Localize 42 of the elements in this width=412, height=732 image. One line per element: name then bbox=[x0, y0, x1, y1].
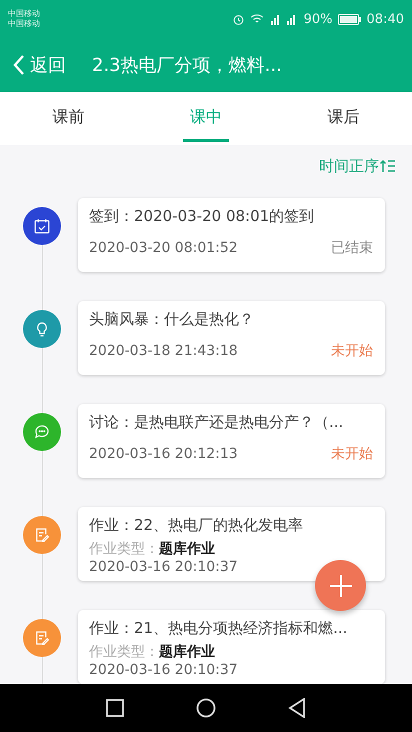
activity-card[interactable]: 作业：22、热电厂的热化发电率 作业类型：题库作业 2020-03-16 20:10:37 bbox=[78, 507, 385, 581]
activity-time: 2020-03-16 20:10:37 bbox=[89, 661, 239, 679]
activity-title: 作业：22、热电厂的热化发电率 bbox=[89, 515, 304, 535]
activity-time: 2020-03-18 21:43:18 bbox=[89, 342, 238, 360]
activity-title: 作业：21、热电分项热经济指标和燃... bbox=[89, 618, 348, 638]
carrier-label: 中国移动 bbox=[8, 9, 40, 19]
activity-title: 讨论：是热电联产还是热电分产？（... bbox=[89, 412, 344, 432]
tab[interactable]: 课后 bbox=[274, 92, 412, 145]
alarm-icon bbox=[232, 12, 245, 26]
page-title: 2.3热电厂分项，燃料... bbox=[92, 54, 282, 77]
carrier-label: 中国移动 bbox=[8, 19, 40, 29]
activity-time: 2020-03-16 20:10:37 bbox=[89, 558, 239, 576]
sort-icon bbox=[380, 159, 396, 173]
type-label: 作业类型： bbox=[89, 540, 159, 558]
battery-percent: 90% bbox=[304, 12, 333, 26]
type-label: 作业类型： bbox=[89, 643, 159, 661]
type-value: 题库作业 bbox=[159, 643, 215, 661]
recent-apps-button[interactable] bbox=[106, 699, 124, 717]
activity-title: 签到：2020-03-20 08:01的签到 bbox=[89, 206, 316, 226]
type-value: 题库作业 bbox=[159, 540, 215, 558]
activity-card[interactable]: 作业：21、热电分项热经济指标和燃... 作业类型：题库作业 2020-03-16 20:10:37 bbox=[78, 610, 385, 684]
chevron-left-icon bbox=[12, 54, 26, 76]
home-button[interactable] bbox=[196, 698, 216, 718]
clock-time: 08:40 bbox=[366, 12, 404, 26]
back-nav-button[interactable] bbox=[288, 698, 306, 718]
activity-card[interactable]: 讨论：是热电联产还是热电分产？（... 2020-03-16 20:12:13 未开始 bbox=[78, 404, 385, 478]
note-edit-icon bbox=[33, 526, 51, 544]
activity-card[interactable]: 签到：2020-03-20 08:01的签到 2020-03-20 08:01:52 已结束 bbox=[78, 198, 385, 272]
activity-status: 已结束 bbox=[331, 239, 373, 257]
activity-status: 未开始 bbox=[331, 342, 373, 360]
wifi-icon bbox=[250, 13, 264, 25]
calendar-check-icon bbox=[33, 217, 51, 235]
battery-icon bbox=[338, 14, 362, 24]
activity-time: 2020-03-16 20:12:13 bbox=[89, 445, 238, 463]
note-edit-icon bbox=[33, 629, 51, 647]
chat-bubble-icon bbox=[33, 423, 51, 441]
tab[interactable]: 课前 bbox=[0, 92, 138, 145]
activity-card[interactable]: 头脑风暴：什么是热化？ 2020-03-18 21:43:18 未开始 bbox=[78, 301, 385, 375]
plus-icon bbox=[328, 574, 352, 598]
activity-time: 2020-03-20 08:01:52 bbox=[89, 239, 238, 257]
activity-status: 未开始 bbox=[331, 445, 373, 463]
activity-title: 头脑风暴：什么是热化？ bbox=[89, 309, 255, 329]
